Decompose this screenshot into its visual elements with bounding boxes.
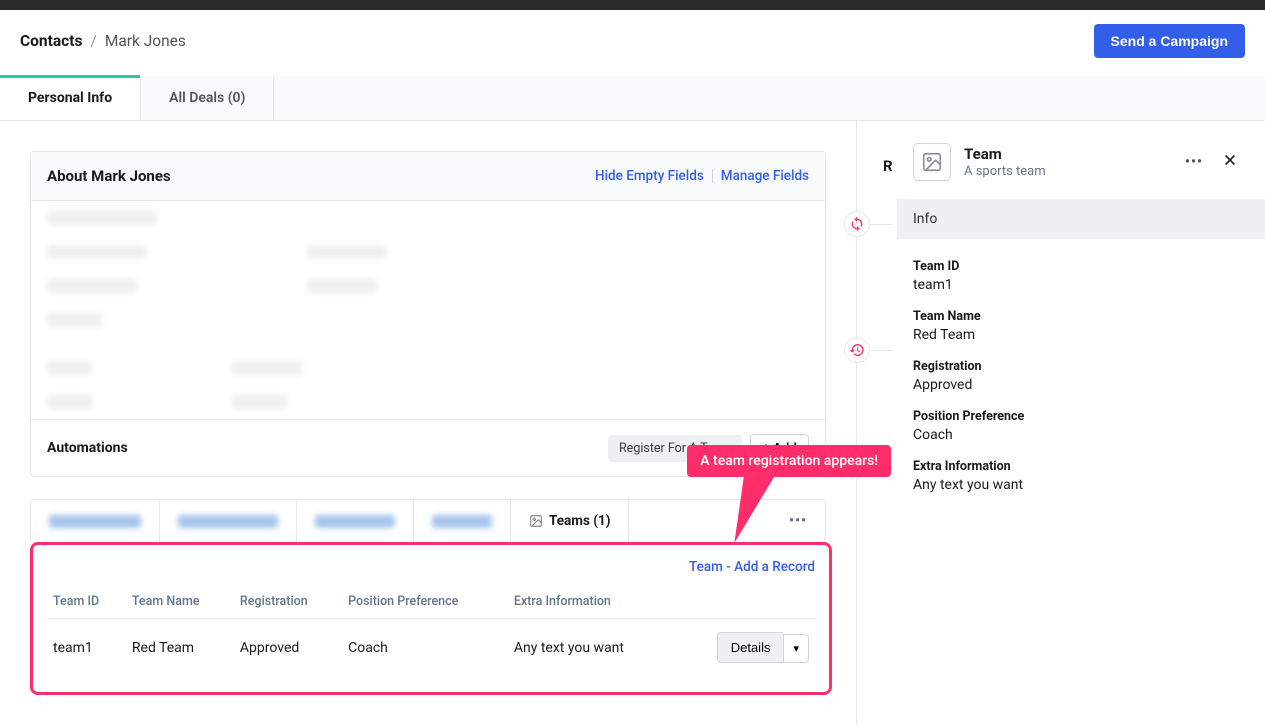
col-actions	[674, 585, 815, 619]
main-column: About Mark Jones Hide Empty Fields Manag…	[0, 121, 857, 725]
about-actions: Hide Empty Fields Manage Fields	[595, 168, 809, 184]
redacted-field	[232, 361, 302, 375]
about-card-title: About Mark Jones	[47, 167, 171, 185]
timeline-connector	[870, 224, 892, 225]
cell-actions: Details ▾	[674, 619, 815, 677]
timeline-column	[857, 121, 897, 725]
panel-info-tab[interactable]: Info	[897, 199, 1265, 239]
cutoff-label: R	[883, 157, 893, 175]
hide-empty-fields-link[interactable]: Hide Empty Fields	[595, 168, 704, 184]
history-icon	[849, 342, 865, 358]
col-extra-information: Extra Information	[508, 585, 674, 619]
top-bar	[0, 0, 1265, 10]
sub-tab-redacted-3[interactable]	[297, 500, 414, 542]
close-icon	[1221, 151, 1239, 169]
col-team-name: Team Name	[126, 585, 234, 619]
col-position-preference: Position Preference	[342, 585, 508, 619]
body: About Mark Jones Hide Empty Fields Manag…	[0, 121, 1265, 725]
panel-icon-box	[913, 143, 951, 181]
panel-header: Team A sports team •••	[897, 143, 1265, 181]
sub-tabs: Teams (1) •••	[30, 499, 826, 543]
tab-personal-info[interactable]: Personal Info	[0, 76, 141, 120]
redacted-field	[47, 361, 92, 375]
right-column: R Team A sports team ••• Info Team ID te	[897, 121, 1265, 725]
cell-position-preference: Coach	[342, 619, 508, 677]
about-card-header: About Mark Jones Hide Empty Fields Manag…	[31, 152, 825, 201]
field-label: Position Preference	[913, 409, 1249, 424]
details-caret-button[interactable]: ▾	[783, 634, 809, 663]
more-icon: •••	[789, 513, 807, 529]
sub-tab-redacted-4[interactable]	[414, 500, 511, 542]
field-value: Approved	[913, 377, 1249, 393]
about-card: About Mark Jones Hide Empty Fields Manag…	[30, 151, 826, 477]
page-header: Contacts / Mark Jones Send a Campaign	[0, 10, 1265, 76]
redacted-field	[307, 245, 387, 259]
field-value: Any text you want	[913, 477, 1249, 493]
about-card-body	[31, 201, 825, 419]
panel-body: Team ID team1 Team Name Red Team Registr…	[897, 239, 1265, 529]
cell-team-name: Red Team	[126, 619, 234, 677]
field-team-id: Team ID team1	[913, 259, 1249, 293]
breadcrumb: Contacts / Mark Jones	[20, 32, 186, 50]
cell-extra-info: Any text you want	[508, 619, 674, 677]
cell-registration: Approved	[234, 619, 342, 677]
sub-tab-redacted-2[interactable]	[160, 500, 297, 542]
annotation-callout: A team registration appears!	[687, 445, 891, 477]
detail-panel: R Team A sports team ••• Info Team ID te	[897, 121, 1265, 529]
chevron-down-icon: ▾	[793, 643, 799, 655]
panel-title: Team	[964, 145, 1177, 163]
panel-more-button[interactable]: •••	[1177, 154, 1211, 170]
breadcrumb-leaf: Mark Jones	[105, 32, 186, 50]
redacted-field	[47, 279, 137, 293]
timeline-node-2[interactable]	[844, 337, 870, 363]
redacted-field	[232, 395, 287, 409]
table-header-row: Team ID Team Name Registration Position …	[47, 585, 815, 619]
redacted-field	[47, 313, 102, 327]
field-position-preference: Position Preference Coach	[913, 409, 1249, 443]
field-team-name: Team Name Red Team	[913, 309, 1249, 343]
col-team-id: Team ID	[47, 585, 126, 619]
teams-table-card: A team registration appears! Team - Add …	[30, 542, 832, 695]
send-campaign-button[interactable]: Send a Campaign	[1094, 24, 1245, 58]
panel-close-button[interactable]	[1221, 150, 1239, 175]
team-add-record-link[interactable]: Team - Add a Record	[689, 559, 815, 575]
tab-all-deals[interactable]: All Deals (0)	[141, 76, 274, 120]
image-icon	[921, 151, 943, 173]
timeline-connector	[870, 350, 892, 351]
field-label: Team ID	[913, 259, 1249, 274]
divider	[712, 169, 713, 183]
panel-titles: Team A sports team	[964, 145, 1177, 179]
main-tabs: Personal Info All Deals (0)	[0, 76, 1265, 121]
redacted-field	[47, 395, 92, 409]
manage-fields-link[interactable]: Manage Fields	[721, 168, 809, 184]
col-registration: Registration	[234, 585, 342, 619]
field-extra-information: Extra Information Any text you want	[913, 459, 1249, 493]
breadcrumb-root[interactable]: Contacts	[20, 32, 82, 50]
sub-tab-redacted-1[interactable]	[31, 500, 160, 542]
refresh-icon	[849, 216, 865, 232]
image-icon	[529, 514, 543, 528]
redacted-field	[47, 245, 147, 259]
timeline-node-1[interactable]	[844, 211, 870, 237]
field-value: Coach	[913, 427, 1249, 443]
teams-table: Team ID Team Name Registration Position …	[47, 585, 815, 676]
details-button[interactable]: Details	[717, 632, 784, 663]
sub-tab-teams-label: Teams (1)	[549, 513, 610, 529]
sub-tab-more[interactable]: •••	[771, 500, 825, 542]
field-registration: Registration Approved	[913, 359, 1249, 393]
field-value: team1	[913, 277, 1249, 293]
sub-tab-teams[interactable]: Teams (1)	[511, 500, 629, 542]
table-row: team1 Red Team Approved Coach Any text y…	[47, 619, 815, 677]
breadcrumb-separator: /	[90, 32, 96, 50]
automations-heading: Automations	[47, 440, 128, 456]
cell-team-id: team1	[47, 619, 126, 677]
field-label: Registration	[913, 359, 1249, 374]
field-value: Red Team	[913, 327, 1249, 343]
redacted-field	[47, 211, 157, 225]
field-label: Team Name	[913, 309, 1249, 324]
add-record-row: Team - Add a Record	[47, 559, 815, 575]
redacted-field	[307, 279, 377, 293]
field-label: Extra Information	[913, 459, 1249, 474]
panel-subtitle: A sports team	[964, 164, 1177, 179]
